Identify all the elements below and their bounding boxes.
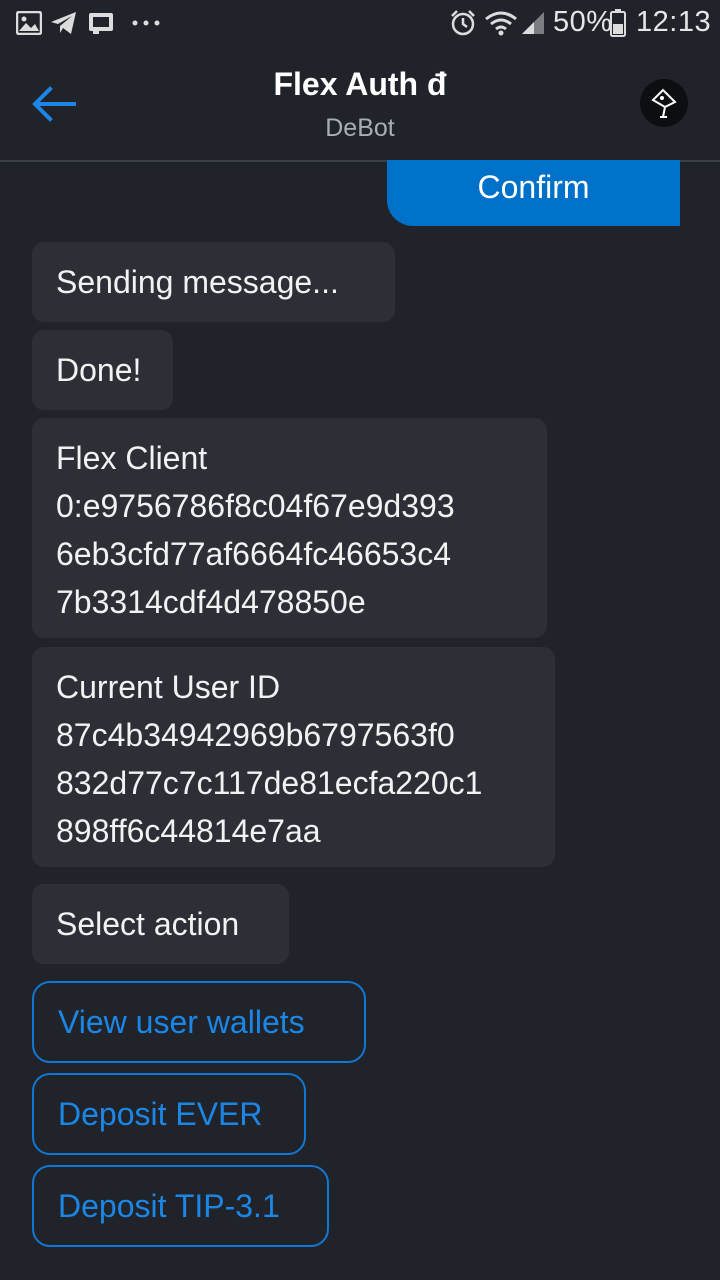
select-action-bubble: Select action (32, 884, 289, 964)
done-message-bubble: Done! (32, 330, 173, 410)
telegram-icon (51, 12, 76, 34)
battery-percent: 50% (553, 6, 613, 38)
current-user-id-line: 898ff6c44814e7aa (56, 813, 321, 849)
deposit-tip3-button[interactable]: Deposit TIP-3.1 (32, 1165, 329, 1247)
message-text: Done! (56, 352, 142, 388)
message-text: Sending message... (56, 264, 339, 300)
more-dots-icon (132, 20, 160, 26)
current-user-bubble: Current User ID 87c4b34942969b6797563f0 … (32, 647, 555, 867)
debot-avatar-icon (651, 88, 677, 118)
current-user-id-line: 87c4b34942969b6797563f0 (56, 717, 455, 753)
image-icon (16, 11, 42, 35)
battery-icon (610, 9, 626, 37)
message-text: Select action (56, 906, 240, 942)
signal-icon (522, 12, 544, 34)
chat-subtitle: DeBot (325, 114, 395, 142)
view-user-wallets-button[interactable]: View user wallets (32, 981, 366, 1063)
deposit-ever-button[interactable]: Deposit EVER (32, 1073, 306, 1155)
current-user-label: Current User ID (56, 669, 281, 705)
flex-client-address-line: 6eb3cfd77af6664fc46653c4 (56, 536, 452, 572)
alarm-icon (451, 10, 475, 36)
flex-client-address-line: 0:e9756786f8c04f67e9d393 (56, 488, 455, 524)
flex-client-address-line: 7b3314cdf4d478850e (56, 584, 366, 620)
status-bar: 50% 12:13 (0, 0, 720, 48)
cast-icon (89, 13, 113, 34)
flex-client-label: Flex Client (56, 440, 208, 476)
debot-avatar[interactable] (640, 79, 688, 127)
flex-client-bubble: Flex Client 0:e9756786f8c04f67e9d393 6eb… (32, 418, 547, 638)
current-user-id-line: 832d77c7c117de81ecfa220c1 (56, 765, 483, 801)
sending-message-bubble: Sending message... (32, 242, 395, 322)
confirm-message: Confirm (387, 160, 680, 226)
clock: 12:13 (636, 6, 712, 38)
chat-header: Flex Auth đ DeBot (0, 48, 720, 162)
chat-title: Flex Auth đ (273, 66, 447, 102)
wifi-icon (485, 11, 517, 36)
